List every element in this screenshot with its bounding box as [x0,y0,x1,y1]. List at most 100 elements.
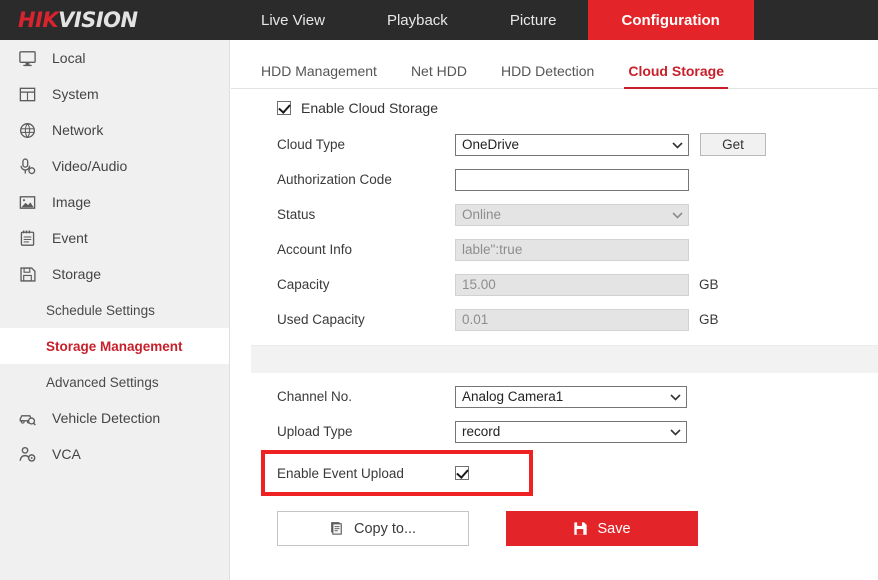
save-label: Save [597,520,631,537]
cloud-type-value: OneDrive [462,137,520,152]
enable-event-upload-label: Enable Event Upload [277,465,404,481]
tab-cloud-storage[interactable]: Cloud Storage [624,63,728,89]
used-capacity-input: 0.01 [455,308,689,331]
sidebar-item-network[interactable]: Network [0,112,229,148]
sidebar-item-label: Schedule Settings [46,302,155,318]
sidebar-item-vca[interactable]: VCA [0,436,229,472]
sidebar-item-label: Vehicle Detection [52,410,161,426]
enable-event-upload-group: Enable Event Upload [231,450,878,496]
channel-no-label: Channel No. [277,389,353,404]
status-row: Status Online [231,197,878,232]
brand-logo[interactable]: HIKVISION [0,0,230,40]
authorization-code-label: Authorization Code [277,172,392,187]
enable-cloud-storage-label: Enable Cloud Storage [301,100,438,116]
microphone-icon [14,153,40,179]
capacity-label: Capacity [277,277,330,292]
sidebar-item-schedule-settings[interactable]: Schedule Settings [0,292,229,328]
used-capacity-row: Used Capacity 0.01 GB [231,302,878,337]
get-button[interactable]: Get [700,133,766,156]
upload-type-select[interactable]: record [455,420,687,443]
authorization-code-input[interactable] [455,168,689,191]
capacity-row: Capacity 15.00 GB [231,267,878,302]
logo-hik: HIK [18,7,59,32]
sidebar-item-label: Image [52,194,91,210]
sidebar-item-image[interactable]: Image [0,184,229,220]
chevron-down-icon [670,393,681,401]
topnav-picture[interactable]: Picture [479,0,588,40]
clipboard-icon [14,225,40,251]
copy-to-button[interactable]: Copy to... [277,511,469,546]
sidebar-item-label: Local [52,50,86,66]
person-gear-icon [14,441,40,467]
tab-bar: HDD Management Net HDD HDD Detection Clo… [231,52,878,89]
sidebar-item-label: System [52,86,99,102]
enable-cloud-storage-row: Enable Cloud Storage [231,89,878,127]
capacity-input: 15.00 [455,273,689,296]
action-button-row: Copy to... Save [231,511,878,546]
car-search-icon [14,405,40,431]
sidebar-item-local[interactable]: Local [0,40,229,76]
upload-type-row: Upload Type record [231,414,878,449]
channel-no-select[interactable]: Analog Camera1 [455,385,687,408]
sidebar-item-label: Storage [52,266,102,282]
capacity-unit: GB [699,277,719,292]
top-navigation: Live View Playback Picture Configuration [230,0,878,40]
sidebar-item-label: VCA [52,446,81,462]
sidebar-item-event[interactable]: Event [0,220,229,256]
window-icon [14,81,40,107]
upload-type-label: Upload Type [277,424,353,439]
copy-icon [330,521,345,536]
logo-vision: VISION [58,7,138,32]
cloud-type-label: Cloud Type [277,137,346,152]
sidebar-item-label: Video/Audio [52,158,128,174]
tab-hdd-detection[interactable]: HDD Detection [501,63,594,88]
cloud-type-select[interactable]: OneDrive [455,133,689,156]
sidebar-item-advanced-settings[interactable]: Advanced Settings [0,364,229,400]
channel-no-value: Analog Camera1 [462,389,564,404]
tab-hdd-management[interactable]: HDD Management [261,63,377,88]
chevron-down-icon [672,211,683,219]
floppy-icon [14,261,40,287]
account-info-label: Account Info [277,242,353,257]
tab-net-hdd[interactable]: Net HDD [411,63,467,88]
picture-icon [14,189,40,215]
sidebar-item-label: Network [52,122,104,138]
sidebar-item-label: Storage Management [46,338,183,354]
account-info-row: Account Info lable":true [231,232,878,267]
logo-text: HIKVISION [18,7,138,32]
sidebar-item-video-audio[interactable]: Video/Audio [0,148,229,184]
top-bar: HIKVISION Live View Playback Picture Con… [0,0,878,40]
save-button[interactable]: Save [506,511,698,546]
chevron-down-icon [670,428,681,436]
chevron-down-icon [672,141,683,149]
globe-icon [14,117,40,143]
used-capacity-label: Used Capacity [277,312,365,327]
upload-type-value: record [462,424,501,439]
sidebar-item-vehicle-detection[interactable]: Vehicle Detection [0,400,229,436]
section-divider [251,345,878,373]
hikvision-config-page: HIKVISION Live View Playback Picture Con… [0,0,878,580]
sidebar-item-label: Event [52,230,88,246]
used-capacity-unit: GB [699,312,719,327]
cloud-storage-form: Enable Cloud Storage Cloud Type OneDrive… [231,89,878,546]
status-value: Online [462,207,502,222]
topnav-playback[interactable]: Playback [356,0,479,40]
status-label: Status [277,207,316,222]
cloud-type-row: Cloud Type OneDrive Get [231,127,878,162]
content-area: HDD Management Net HDD HDD Detection Clo… [231,40,878,580]
enable-event-upload-checkbox[interactable] [455,466,469,480]
sidebar-item-label: Advanced Settings [46,374,159,390]
sidebar-item-storage-management[interactable]: Storage Management [0,328,229,364]
enable-cloud-storage-checkbox[interactable] [277,101,291,115]
topnav-live-view[interactable]: Live View [230,0,356,40]
sidebar: Local System Network Video/Audio Image E… [0,40,230,580]
account-info-input: lable":true [455,238,689,261]
authorization-code-row: Authorization Code [231,162,878,197]
topnav-configuration[interactable]: Configuration [587,0,754,40]
status-select: Online [455,203,689,226]
sidebar-item-storage[interactable]: Storage [0,256,229,292]
sidebar-item-system[interactable]: System [0,76,229,112]
monitor-icon [14,45,40,71]
copy-to-label: Copy to... [353,520,417,537]
enable-event-upload-row: Enable Event Upload [231,459,878,487]
